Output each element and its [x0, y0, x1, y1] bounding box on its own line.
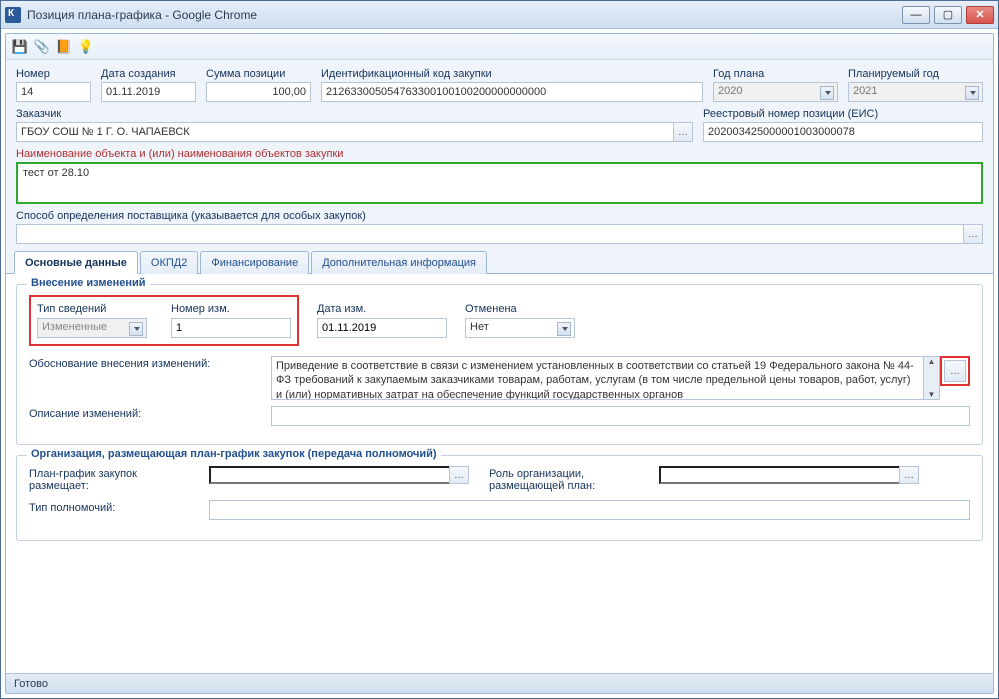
- number-label: Номер: [16, 68, 91, 80]
- statusbar: Готово: [6, 673, 993, 693]
- toolbar: 💾 📎 📙 💡: [6, 34, 993, 60]
- tab-finance[interactable]: Финансирование: [200, 251, 309, 274]
- tabs: Основные данные ОКПД2 Финансирование Доп…: [6, 250, 993, 274]
- org-plan-input[interactable]: [209, 466, 449, 484]
- registry-label: Реестровый номер позиции (ЕИС): [703, 108, 983, 120]
- log-icon[interactable]: 📙: [56, 39, 72, 55]
- tab-main[interactable]: Основные данные: [14, 251, 138, 274]
- year-plan-dropdown[interactable]: 2020: [713, 82, 838, 102]
- status-text: Готово: [14, 678, 48, 690]
- org-legend: Организация, размещающая план-график зак…: [27, 448, 441, 460]
- org-plan-pick-button[interactable]: …: [449, 466, 469, 484]
- change-type-dropdown[interactable]: Измененные: [37, 318, 147, 338]
- change-num-label: Номер изм.: [171, 303, 291, 315]
- ikz-label: Идентификационный код закупки: [321, 68, 703, 80]
- changes-fieldset: Внесение изменений Тип сведений Измененн…: [16, 284, 983, 445]
- org-authtype-input[interactable]: [209, 500, 970, 520]
- maximize-button[interactable]: ▢: [934, 6, 962, 24]
- customer-input[interactable]: [16, 122, 673, 142]
- change-cancel-dropdown[interactable]: Нет: [465, 318, 575, 338]
- change-reason-label: Обоснование внесения изменений:: [29, 356, 259, 370]
- year-planned-label: Планируемый год: [848, 68, 983, 80]
- client-area: 💾 📎 📙 💡 Номер Дата создания: [1, 29, 998, 698]
- supplier-method-input[interactable]: [16, 224, 963, 244]
- org-role-pick-button[interactable]: …: [899, 466, 919, 484]
- tab-extra[interactable]: Дополнительная информация: [311, 251, 487, 274]
- org-role-input[interactable]: [659, 466, 899, 484]
- supplier-pick-button[interactable]: …: [963, 224, 983, 244]
- header-form: Номер Дата создания Сумма позиции И: [6, 60, 993, 250]
- sum-input[interactable]: [206, 82, 311, 102]
- supplier-method-label: Способ определения поставщика (указывает…: [16, 210, 983, 222]
- change-desc-label: Описание изменений:: [29, 406, 259, 420]
- org-authtype-label: Тип полномочий:: [29, 500, 189, 514]
- registry-input[interactable]: [703, 122, 983, 142]
- year-plan-label: Год плана: [713, 68, 838, 80]
- app-icon: [5, 7, 21, 23]
- change-cancel-value: Нет: [470, 321, 489, 333]
- change-reason-pick-button[interactable]: …: [944, 360, 966, 382]
- change-date-label: Дата изм.: [317, 303, 447, 315]
- tab-okpd2[interactable]: ОКПД2: [140, 251, 198, 274]
- purchase-name-input[interactable]: тест от 28.10: [16, 162, 983, 204]
- created-label: Дата создания: [101, 68, 196, 80]
- change-cancel-label: Отменена: [465, 303, 575, 315]
- customer-pick-button[interactable]: …: [673, 122, 693, 142]
- titlebar: Позиция плана-графика - Google Chrome — …: [1, 1, 998, 29]
- change-num-input[interactable]: [171, 318, 291, 338]
- textarea-scrollbar[interactable]: ▲▼: [924, 356, 940, 400]
- year-planned-value: 2021: [853, 85, 877, 97]
- window-controls: — ▢ ✕: [902, 6, 994, 24]
- customer-label: Заказчик: [16, 108, 693, 120]
- save-icon[interactable]: 💾: [12, 39, 28, 55]
- change-type-label: Тип сведений: [37, 303, 147, 315]
- number-input[interactable]: [16, 82, 91, 102]
- purchase-name-label: Наименование объекта и (или) наименовани…: [16, 148, 983, 160]
- inner-panel: 💾 📎 📙 💡 Номер Дата создания: [5, 33, 994, 694]
- attach-icon[interactable]: 📎: [34, 39, 50, 55]
- sum-label: Сумма позиции: [206, 68, 311, 80]
- change-reason-textarea[interactable]: Приведение в соответствие в связи с изме…: [271, 356, 924, 400]
- window-title: Позиция плана-графика - Google Chrome: [27, 8, 257, 22]
- org-role-label: Роль организации, размещающей план:: [489, 466, 639, 492]
- changes-legend: Внесение изменений: [27, 277, 150, 289]
- highlight-reason-button: …: [940, 356, 970, 386]
- org-plan-label: План-график закупок размещает:: [29, 466, 189, 492]
- change-desc-input[interactable]: [271, 406, 970, 426]
- app-window: Позиция плана-графика - Google Chrome — …: [0, 0, 999, 699]
- change-date-input[interactable]: [317, 318, 447, 338]
- help-icon[interactable]: 💡: [78, 39, 94, 55]
- created-input[interactable]: [101, 82, 196, 102]
- tab-body: Внесение изменений Тип сведений Измененн…: [6, 274, 993, 673]
- content: Номер Дата создания Сумма позиции И: [6, 60, 993, 673]
- year-plan-value: 2020: [718, 85, 742, 97]
- ikz-input[interactable]: [321, 82, 703, 102]
- minimize-button[interactable]: —: [902, 6, 930, 24]
- change-type-value: Измененные: [42, 321, 107, 333]
- close-button[interactable]: ✕: [966, 6, 994, 24]
- highlight-type-num: Тип сведений Измененные Номер изм.: [29, 295, 299, 346]
- org-fieldset: Организация, размещающая план-график зак…: [16, 455, 983, 541]
- year-planned-dropdown[interactable]: 2021: [848, 82, 983, 102]
